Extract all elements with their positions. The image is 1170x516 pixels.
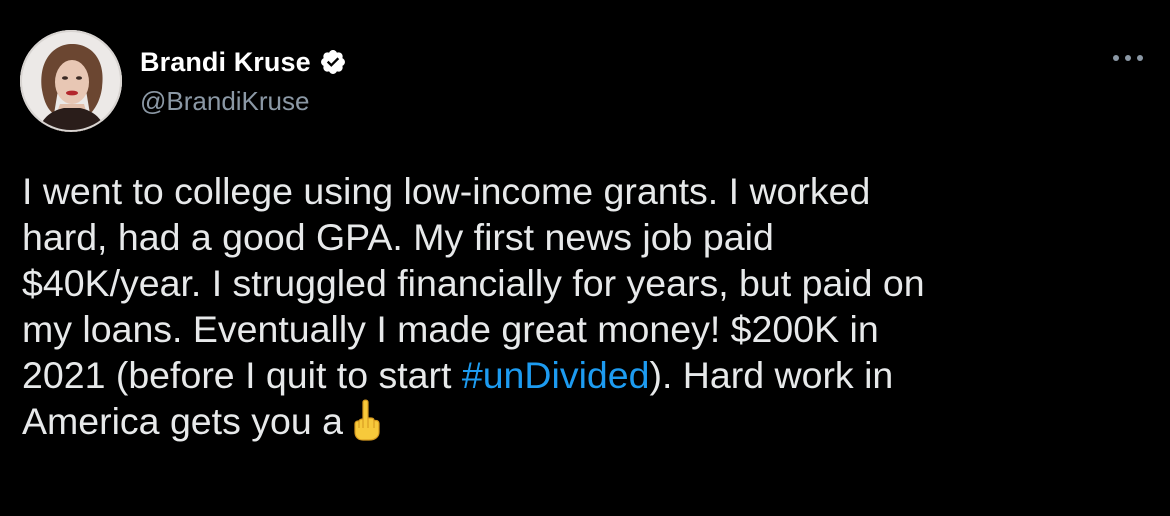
author-handle[interactable]: @BrandiKruse — [140, 84, 309, 118]
tweet-line-4: my loans. Eventually I made great money!… — [22, 308, 879, 350]
tweet-line-6-text: America gets you a — [22, 400, 343, 442]
tweet-line-5-start: 2021 (before I quit to start — [22, 354, 462, 396]
middle-finger-emoji-icon — [349, 398, 385, 442]
tweet-line-6: America gets you a — [22, 398, 1162, 444]
more-dot — [1137, 55, 1143, 61]
verified-badge-icon — [319, 48, 347, 76]
tweet-line-3: $40K/year. I struggled financially for y… — [22, 262, 925, 304]
hashtag-link[interactable]: #unDivided — [462, 354, 650, 396]
avatar[interactable] — [20, 30, 122, 132]
tweet-text: I went to college using low-income grant… — [22, 168, 1162, 444]
profile-photo-icon — [20, 30, 122, 132]
tweet-line-5: 2021 (before I quit to start #unDivided)… — [22, 352, 1162, 398]
more-dot — [1125, 55, 1131, 61]
tweet-line-2: hard, had a good GPA. My first news job … — [22, 216, 774, 258]
tweet-line-1: I went to college using low-income grant… — [22, 170, 871, 212]
author-name-row[interactable]: Brandi Kruse — [140, 42, 347, 82]
more-dot — [1113, 55, 1119, 61]
author-display-name[interactable]: Brandi Kruse — [140, 47, 311, 78]
more-options-icon[interactable] — [1110, 48, 1146, 68]
tweet-line-5-end: ). Hard work in — [649, 354, 894, 396]
tweet-card: Brandi Kruse @BrandiKruse I went to coll… — [0, 0, 1170, 516]
